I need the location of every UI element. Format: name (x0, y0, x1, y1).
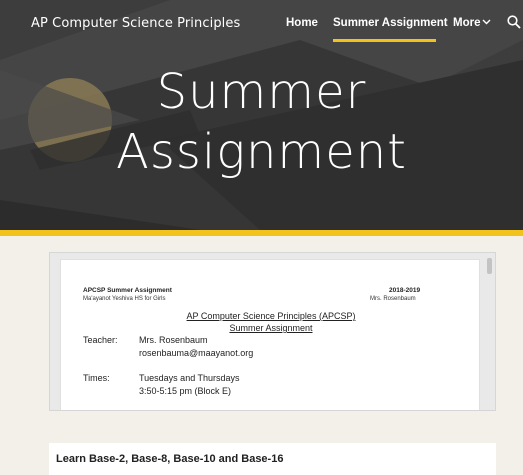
top-navigation-bar: AP Computer Science Principles Home Summ… (0, 0, 523, 48)
document-scrollbar[interactable] (487, 258, 492, 274)
doc-header-year: 2018-2019 (389, 287, 421, 294)
active-nav-indicator (333, 39, 436, 42)
hero-accent-bar (0, 230, 523, 236)
doc-teacher-label: Teacher: (83, 335, 118, 345)
chevron-down-icon[interactable] (482, 19, 491, 25)
doc-teacher-email: rosenbauma@maayanot.org (139, 348, 254, 358)
page-title-line-2: Assignment (116, 124, 407, 180)
embedded-document-viewer[interactable]: APCSP Summer Assignment Ma'ayanot Yeshiv… (49, 252, 496, 411)
section-card: Learn Base-2, Base-8, Base-10 and Base-1… (49, 443, 496, 475)
section-heading: Learn Base-2, Base-8, Base-10 and Base-1… (56, 453, 284, 465)
hero-banner: AP Computer Science Principles Home Summ… (0, 0, 523, 230)
doc-teacher-name: Mrs. Rosenbaum (139, 335, 208, 345)
site-title[interactable]: AP Computer Science Principles (31, 16, 240, 31)
doc-times-label: Times: (83, 373, 110, 383)
doc-header-teacher: Mrs. Rosenbaum (370, 296, 416, 302)
nav-more[interactable]: More (453, 17, 480, 29)
document-page: APCSP Summer Assignment Ma'ayanot Yeshiv… (60, 259, 480, 410)
doc-header-title: APCSP Summer Assignment (83, 287, 172, 294)
nav-summer-assignment[interactable]: Summer Assignment (333, 17, 448, 29)
doc-assignment-title: Summer Assignment (229, 323, 313, 333)
page-title: Summer Assignment (0, 62, 523, 182)
doc-course-title: AP Computer Science Principles (APCSP) (186, 311, 356, 321)
doc-times-days: Tuesdays and Thursdays (139, 373, 240, 383)
doc-header-school: Ma'ayanot Yeshiva HS for Girls (83, 296, 166, 302)
doc-times-hours: 3:50-5:15 pm (Block E) (139, 386, 232, 396)
search-icon[interactable] (507, 15, 521, 29)
page-title-line-1: Summer (156, 64, 367, 120)
nav-home[interactable]: Home (286, 17, 318, 29)
